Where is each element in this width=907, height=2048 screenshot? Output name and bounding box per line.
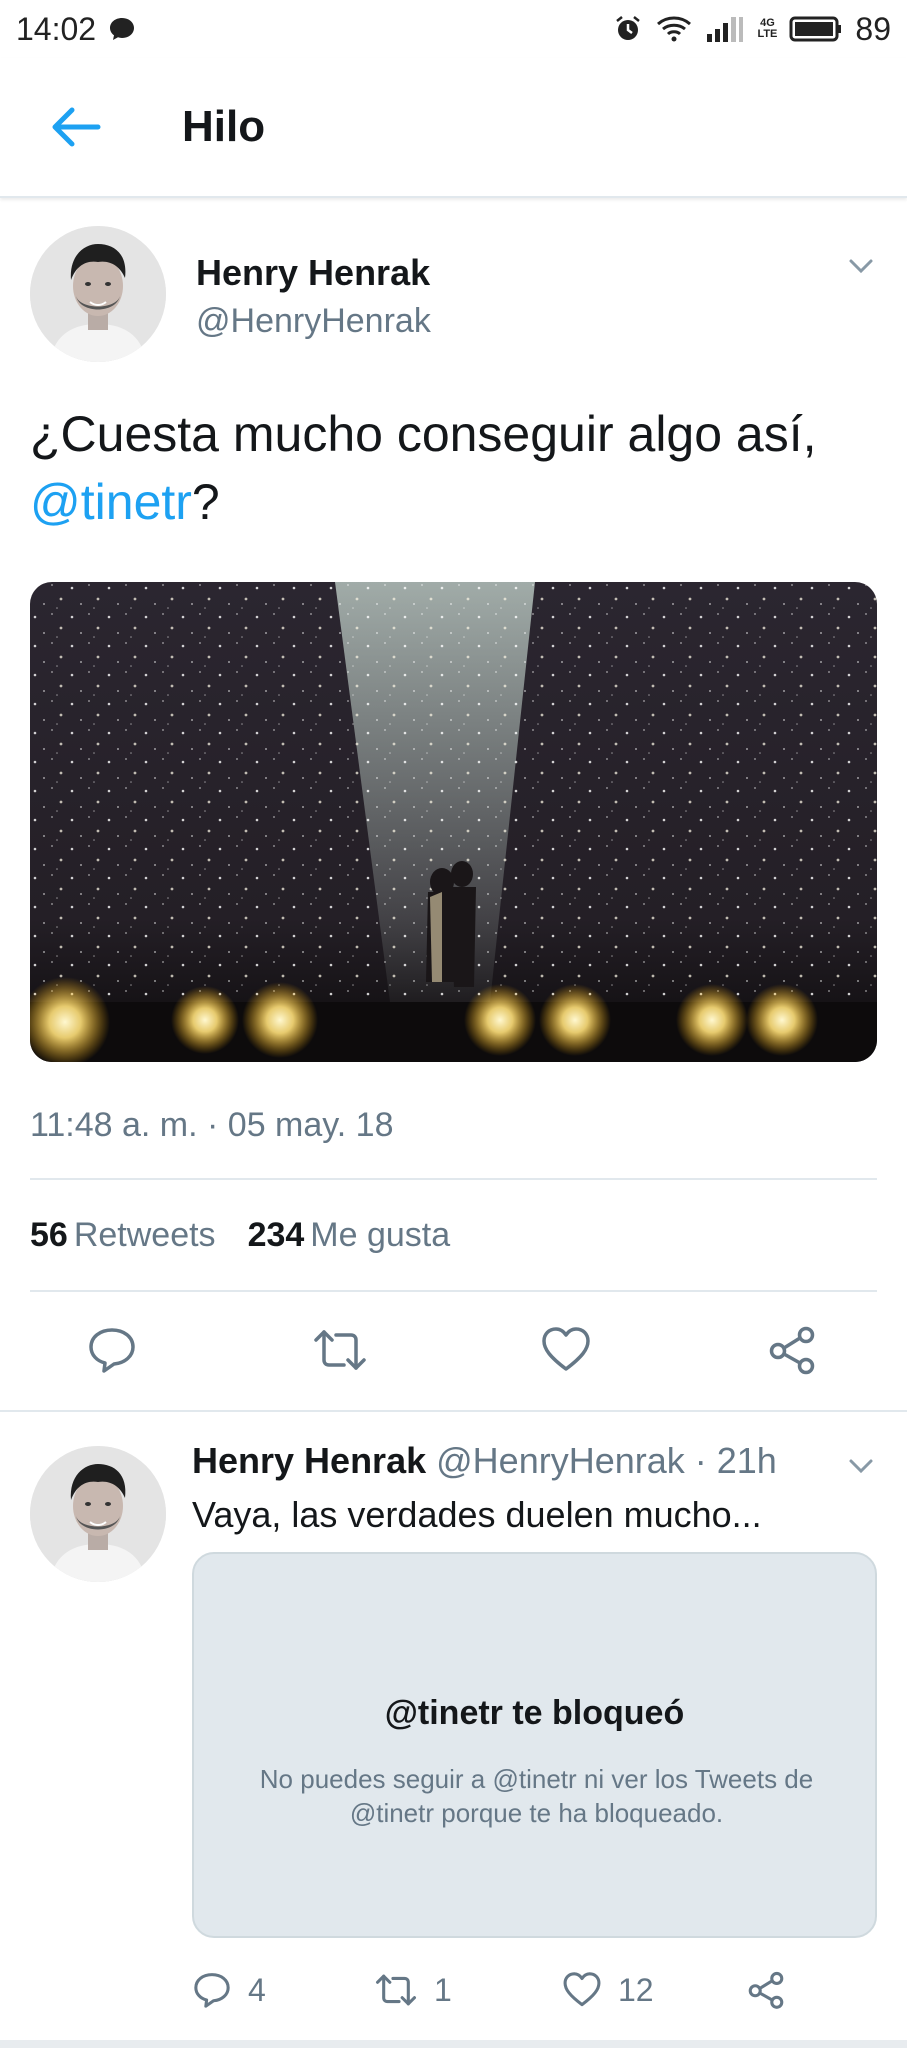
blocked-description: No puedes seguir a @tinetr ni ver los Tw… bbox=[259, 1764, 814, 1828]
signal-icon bbox=[707, 17, 744, 42]
reply-text: Vaya, las verdades duelen mucho... bbox=[192, 1494, 762, 1535]
like-button[interactable] bbox=[536, 1320, 596, 1380]
reply-actions: 4 1 12 bbox=[0, 1960, 907, 2020]
divider bbox=[30, 1290, 877, 1292]
status-time: 14:02 bbox=[16, 10, 97, 47]
tweet-actions bbox=[0, 1320, 907, 1400]
retweet-button[interactable] bbox=[310, 1320, 370, 1380]
reply-button[interactable] bbox=[82, 1320, 142, 1380]
reply-reply-button[interactable]: 4 bbox=[192, 1960, 266, 2020]
blocked-quote-card[interactable]: @tinetr te bloqueó No puedes seguir a @t… bbox=[192, 1552, 877, 1938]
reply-author-name[interactable]: Henry Henrak bbox=[192, 1440, 426, 1481]
tweet-stats: 56 Retweets 234 Me gusta bbox=[30, 1216, 450, 1255]
likes-stat[interactable]: 234 Me gusta bbox=[248, 1216, 451, 1255]
alarm-icon bbox=[616, 16, 641, 40]
tweet-timestamp: 11:48 a. m. · 05 may. 18 bbox=[30, 1106, 394, 1144]
reply-share-button[interactable] bbox=[746, 1960, 786, 2020]
reply-avatar[interactable] bbox=[30, 1446, 166, 1582]
tweet-menu-button[interactable] bbox=[845, 250, 877, 282]
heart-icon bbox=[563, 1972, 601, 2007]
share-icon bbox=[769, 1326, 815, 1375]
heart-icon bbox=[542, 1327, 590, 1371]
chat-notification-icon bbox=[110, 18, 135, 40]
reply-header: Henry Henrak @HenryHenrak · 21h bbox=[192, 1440, 777, 1482]
reply-icon bbox=[89, 1328, 135, 1373]
page-title: Hilo bbox=[182, 102, 266, 151]
reply-icon bbox=[194, 1973, 230, 2008]
network-type: 4G LTE bbox=[757, 17, 778, 40]
wifi-icon bbox=[657, 16, 692, 42]
bottom-edge bbox=[0, 2040, 907, 2048]
reply-count: 4 bbox=[248, 1971, 266, 2008]
reply-author-meta[interactable]: @HenryHenrak · 21h bbox=[436, 1440, 777, 1481]
retweet-icon bbox=[314, 1330, 366, 1370]
battery-level: 89 bbox=[855, 10, 891, 47]
back-button[interactable] bbox=[0, 58, 150, 196]
author-name[interactable]: Henry Henrak bbox=[196, 252, 430, 294]
chevron-down-icon bbox=[849, 259, 873, 274]
chevron-down-icon bbox=[849, 1459, 873, 1474]
retweet-icon bbox=[376, 1974, 416, 2006]
avatar[interactable] bbox=[30, 226, 166, 362]
share-button[interactable] bbox=[762, 1320, 822, 1380]
author-handle[interactable]: @HenryHenrak bbox=[196, 302, 431, 341]
tweet-text: ¿Cuesta mucho conseguir algo así, @tinet… bbox=[30, 406, 817, 530]
like-count: 12 bbox=[618, 1971, 654, 2008]
reply-menu-button[interactable] bbox=[845, 1450, 877, 1482]
share-icon bbox=[748, 1971, 784, 2009]
status-bar: 14:02 4G LTE 89 bbox=[0, 0, 907, 58]
battery-icon bbox=[789, 16, 842, 42]
mention-link[interactable]: @tinetr bbox=[30, 474, 192, 530]
tweet-photo[interactable] bbox=[30, 582, 877, 1062]
app-header: Hilo bbox=[0, 58, 907, 198]
reply-like-button[interactable]: 12 bbox=[562, 1960, 654, 2020]
retweet-count: 1 bbox=[434, 1971, 452, 2008]
reply-retweet-button[interactable]: 1 bbox=[374, 1960, 452, 2020]
section-separator bbox=[0, 1410, 907, 1412]
blocked-title: @tinetr te bloqueó bbox=[384, 1694, 685, 1732]
retweets-stat[interactable]: 56 Retweets bbox=[30, 1216, 216, 1255]
arrow-left-icon bbox=[52, 107, 101, 147]
divider bbox=[30, 1178, 877, 1180]
